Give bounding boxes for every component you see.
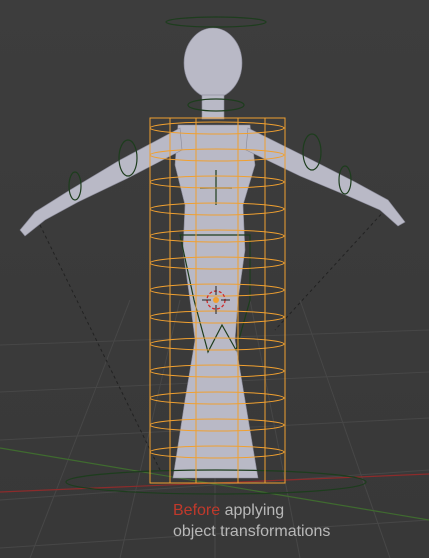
mesh-arm-left xyxy=(19,127,183,237)
caption-line-2: object transformations xyxy=(173,523,331,540)
caption-line-1: Before applying xyxy=(173,500,330,521)
caption-highlight: Before xyxy=(173,502,221,519)
mesh-arm-right xyxy=(245,127,406,227)
object-origin-icon xyxy=(213,297,219,303)
character-mesh[interactable] xyxy=(19,27,406,479)
3d-viewport[interactable]: Before applying object transformations xyxy=(0,0,429,558)
caption-line-1-rest: applying xyxy=(220,502,285,519)
caption-text: Before applying object transformations xyxy=(173,500,330,542)
scene-canvas[interactable] xyxy=(0,0,429,558)
mesh-head xyxy=(183,27,243,99)
